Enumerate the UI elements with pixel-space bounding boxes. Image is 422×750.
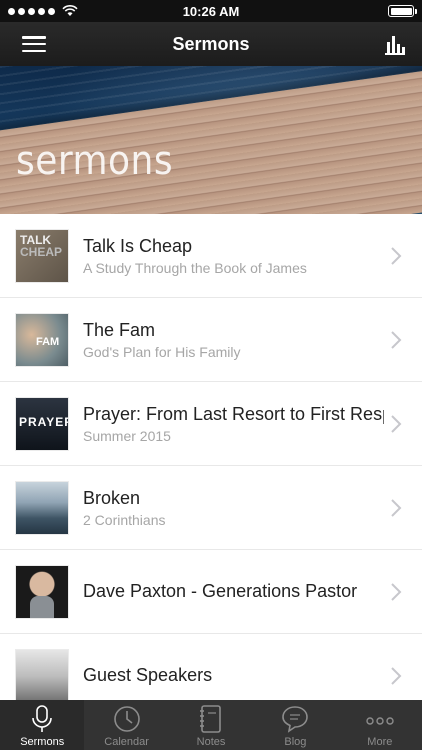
tab-notes[interactable]: Notes xyxy=(169,700,253,750)
chevron-right-icon xyxy=(391,498,402,517)
page-title: Sermons xyxy=(172,33,250,54)
tab-bar: Sermons Calendar Notes Blog More xyxy=(0,700,422,750)
sermon-thumbnail: FAM xyxy=(16,313,68,366)
status-bar: 10:26 AM xyxy=(0,0,422,22)
sermon-thumbnail: TALK CHEAP xyxy=(16,229,68,282)
sermon-row[interactable]: TALK CHEAP Talk Is Cheap A Study Through … xyxy=(0,214,422,298)
sermon-subtitle: God's Plan for His Family xyxy=(83,343,241,360)
sermon-title: Prayer: From Last Resort to First Respon… xyxy=(83,403,384,424)
sermon-title: Dave Paxton - Generations Pastor xyxy=(83,581,358,601)
chevron-right-icon xyxy=(391,666,402,685)
signal-indicator xyxy=(8,5,78,17)
sermon-thumbnail: PRAYER xyxy=(16,397,68,450)
hero-title: sermons xyxy=(16,138,174,184)
hamburger-menu-icon[interactable] xyxy=(22,34,46,54)
hero-banner: sermons xyxy=(0,66,422,214)
tab-label: Blog xyxy=(284,736,307,748)
tab-label: More xyxy=(367,736,393,748)
sermon-row[interactable]: Guest Speakers xyxy=(0,634,422,700)
sermon-thumbnail xyxy=(16,481,68,534)
sermon-row[interactable]: Broken 2 Corinthians xyxy=(0,466,422,550)
sermon-subtitle: A Study Through the Book of James xyxy=(83,259,307,276)
sermon-row[interactable]: FAM The Fam God's Plan for His Family xyxy=(0,298,422,382)
sermon-subtitle: 2 Corinthians xyxy=(83,511,166,528)
sermon-subtitle: Summer 2015 xyxy=(83,427,171,444)
sermon-row[interactable]: PRAYER Prayer: From Last Resort to First… xyxy=(0,382,422,466)
microphone-icon xyxy=(32,705,53,732)
tab-calendar[interactable]: Calendar xyxy=(84,700,168,750)
chevron-right-icon xyxy=(391,246,402,265)
chevron-right-icon xyxy=(391,330,402,349)
chevron-right-icon xyxy=(391,414,402,433)
battery-icon xyxy=(388,5,417,17)
sermon-title: Guest Speakers xyxy=(83,665,213,685)
sermon-title: The Fam xyxy=(83,319,156,340)
more-dots-icon xyxy=(366,717,394,725)
chat-bubble-icon xyxy=(282,706,309,733)
sermon-list: TALK CHEAP Talk Is Cheap A Study Through … xyxy=(0,214,422,700)
tab-label: Sermons xyxy=(20,736,65,748)
sermon-title: Talk Is Cheap xyxy=(83,235,193,256)
chevron-right-icon xyxy=(391,582,402,601)
tab-more[interactable]: More xyxy=(338,700,422,750)
bar-chart-icon[interactable] xyxy=(384,33,406,55)
sermon-thumbnail xyxy=(16,565,68,618)
tab-blog[interactable]: Blog xyxy=(253,700,337,750)
tab-sermons[interactable]: Sermons xyxy=(0,700,85,750)
nav-bar: Sermons xyxy=(0,22,422,66)
notebook-icon xyxy=(200,705,221,733)
clock-icon xyxy=(113,706,140,732)
sermon-title: Broken xyxy=(83,487,141,508)
sermon-thumbnail xyxy=(16,649,68,700)
wifi-icon xyxy=(62,5,78,16)
tab-label: Notes xyxy=(196,736,226,748)
sermon-row[interactable]: Dave Paxton - Generations Pastor xyxy=(0,550,422,634)
tab-label: Calendar xyxy=(104,736,149,748)
